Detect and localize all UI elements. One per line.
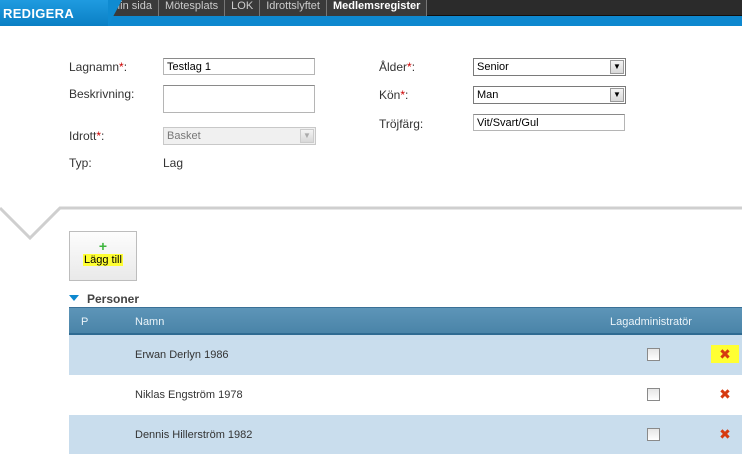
lagnamn-label: Lagnamn*: [69, 60, 128, 74]
nav-medlemsregister[interactable]: Medlemsregister [326, 0, 428, 16]
add-button-label: Lägg till [83, 254, 123, 266]
team-edit-form: Lagnamn*: Beskrivning: Idrott*: Basket ▼… [0, 26, 742, 208]
table-row: Erwan Derlyn 1986 ✖ [69, 335, 742, 375]
collapse-triangle-icon [69, 294, 79, 301]
lagnamn-input[interactable] [163, 58, 315, 75]
nav-idrottslyftet[interactable]: Idrottslyftet [260, 0, 327, 16]
alder-label: Ålder*: [379, 60, 416, 74]
table-row: Niklas Engström 1978 ✖ [69, 375, 742, 415]
lagadmin-checkbox[interactable] [647, 388, 660, 401]
add-person-button[interactable]: + Lägg till [69, 231, 137, 281]
typ-label: Typ: [69, 156, 92, 170]
kon-value: Man [477, 89, 499, 101]
delete-icon[interactable]: ✖ [711, 425, 739, 443]
trojfarg-label: Tröjfärg: [379, 117, 424, 131]
idrott-value: Basket [167, 130, 201, 142]
kon-label: Kön*: [379, 88, 409, 102]
persons-title: Personer [87, 292, 140, 306]
column-header-p[interactable]: P [81, 316, 88, 328]
alder-value: Senior [477, 61, 509, 73]
idrott-select: Basket ▼ [163, 127, 316, 145]
nav-links: Min sida Mötesplats LOK Idrottslyftet Me… [105, 0, 428, 16]
page-title-tab: REDIGERA [0, 0, 122, 26]
nav-motesplats[interactable]: Mötesplats [158, 0, 226, 16]
column-header-namn[interactable]: Namn [135, 316, 164, 328]
column-header-lagadmin[interactable]: Lagadministratör [610, 316, 692, 328]
delete-icon[interactable]: ✖ [711, 345, 739, 363]
persons-section-toggle[interactable]: Personer [69, 292, 139, 306]
kon-select[interactable]: Man ▼ [473, 86, 626, 104]
typ-value: Lag [163, 156, 184, 170]
beskrivning-textarea[interactable] [163, 85, 315, 113]
lagadmin-checkbox[interactable] [647, 428, 660, 441]
plus-icon: + [98, 238, 108, 254]
person-name: Erwan Derlyn 1986 [135, 349, 229, 361]
chevron-down-icon: ▼ [300, 129, 314, 143]
table-row: Dennis Hillerström 1982 ✖ [69, 415, 742, 454]
chevron-down-icon[interactable]: ▼ [610, 88, 624, 102]
trojfarg-input[interactable] [473, 114, 625, 131]
alder-select[interactable]: Senior ▼ [473, 58, 626, 76]
person-name: Dennis Hillerström 1982 [135, 429, 253, 441]
beskrivning-label: Beskrivning: [69, 87, 135, 101]
idrott-label: Idrott*: [69, 129, 105, 143]
persons-table: P Namn Lagadministratör Erwan Derlyn 198… [69, 307, 742, 454]
table-header: P Namn Lagadministratör [69, 307, 742, 335]
chevron-down-icon[interactable]: ▼ [610, 60, 624, 74]
lagadmin-checkbox[interactable] [647, 348, 660, 361]
nav-lok[interactable]: LOK [225, 0, 261, 16]
person-name: Niklas Engström 1978 [135, 389, 243, 401]
delete-icon[interactable]: ✖ [711, 385, 739, 403]
